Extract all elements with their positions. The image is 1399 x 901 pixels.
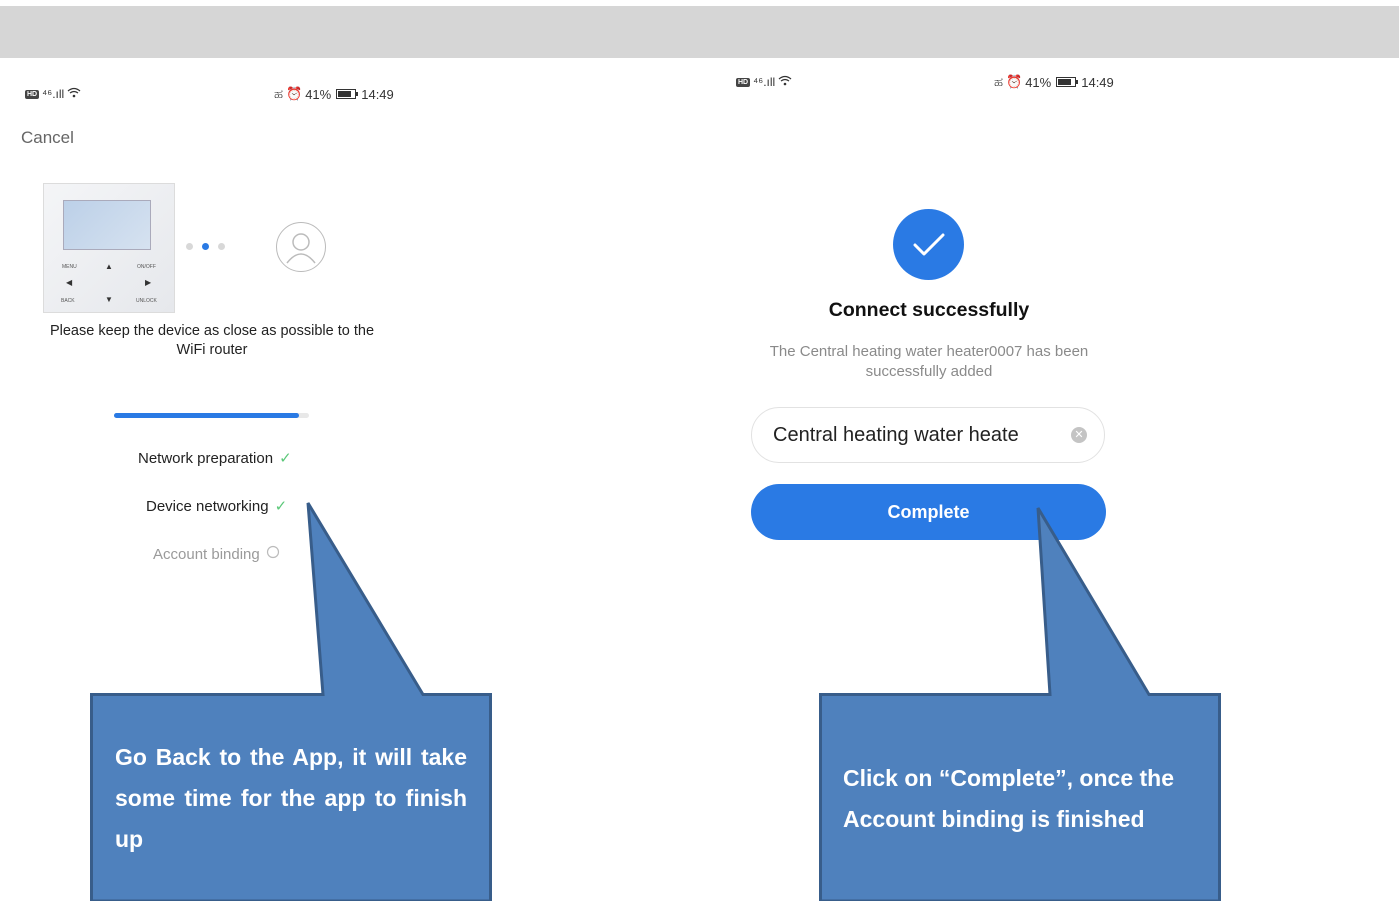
battery-percent: 41%	[1025, 74, 1052, 90]
status-bar-right-signal: HD ⁴⁶.ıll	[736, 75, 792, 89]
right-callout-shape	[819, 507, 1221, 901]
hd-icon: HD	[25, 89, 40, 99]
success-title: Connect successfully	[828, 299, 1030, 321]
dot-active	[202, 243, 209, 250]
device-name-input[interactable]	[773, 408, 1058, 462]
eye-care-icon: ಹ	[994, 74, 1004, 89]
right-arrow-icon: ▶	[145, 278, 152, 287]
cancel-link[interactable]: Cancel	[21, 128, 74, 148]
clock-time: 14:49	[1081, 74, 1114, 90]
dot	[218, 243, 225, 250]
eye-care-icon: ಹ	[274, 86, 284, 101]
wifi-icon	[67, 87, 81, 101]
right-callout-text: Click on “Complete”, once the Account bi…	[843, 765, 1174, 832]
dot	[186, 243, 193, 250]
device-back-label: BACK	[61, 298, 75, 304]
alarm-icon: ⏰	[286, 86, 303, 101]
wifi-icon	[778, 75, 792, 89]
user-avatar-icon	[276, 222, 326, 272]
battery-icon	[336, 89, 359, 99]
step-label: Network preparation	[138, 449, 274, 467]
device-menu-label: MENU	[62, 264, 77, 270]
device-onoff-label: ON/OFF	[137, 264, 156, 270]
progress-bar	[114, 413, 309, 418]
signal-icon: ⁴⁶.ıll	[42, 87, 65, 101]
instruction-text: Please keep the device as close as possi…	[49, 323, 375, 358]
clear-icon[interactable]: ✕	[1071, 427, 1087, 443]
alarm-icon: ⏰	[1006, 74, 1023, 89]
battery-icon	[1056, 77, 1079, 87]
status-bar-right-right: ಹ ⏰ 41% 14:49	[994, 74, 1114, 90]
status-bar-left-right: ಹ ⏰ 41% 14:49	[274, 86, 394, 102]
up-arrow-icon: ▲	[105, 262, 113, 271]
success-check-icon	[893, 209, 964, 280]
hd-icon: HD	[736, 77, 751, 87]
down-arrow-icon: ▼	[105, 295, 113, 304]
controller-device-image: MENU ▲ ON/OFF ◀ ▶ BACK ▼ UNLOCK	[43, 183, 175, 313]
connection-dots	[186, 243, 225, 250]
progress-fill	[114, 413, 300, 418]
success-description: The Central heating water heater0007 has…	[769, 343, 1089, 380]
status-bar-left-signal: HD ⁴⁶.ıll	[25, 87, 81, 101]
step-network-preparation: Network preparation ✓	[138, 449, 292, 468]
battery-percent: 41%	[305, 86, 332, 102]
left-callout-text: Go Back to the App, it will take some ti…	[115, 744, 467, 852]
clock-time: 14:49	[361, 86, 394, 102]
top-gray-banner	[0, 6, 1399, 58]
left-arrow-icon: ◀	[66, 278, 73, 287]
device-name-field: ✕	[751, 407, 1105, 463]
check-icon: ✓	[279, 450, 292, 467]
controller-screen	[63, 200, 151, 250]
signal-icon: ⁴⁶.ıll	[753, 75, 776, 89]
device-unlock-label: UNLOCK	[136, 298, 157, 304]
